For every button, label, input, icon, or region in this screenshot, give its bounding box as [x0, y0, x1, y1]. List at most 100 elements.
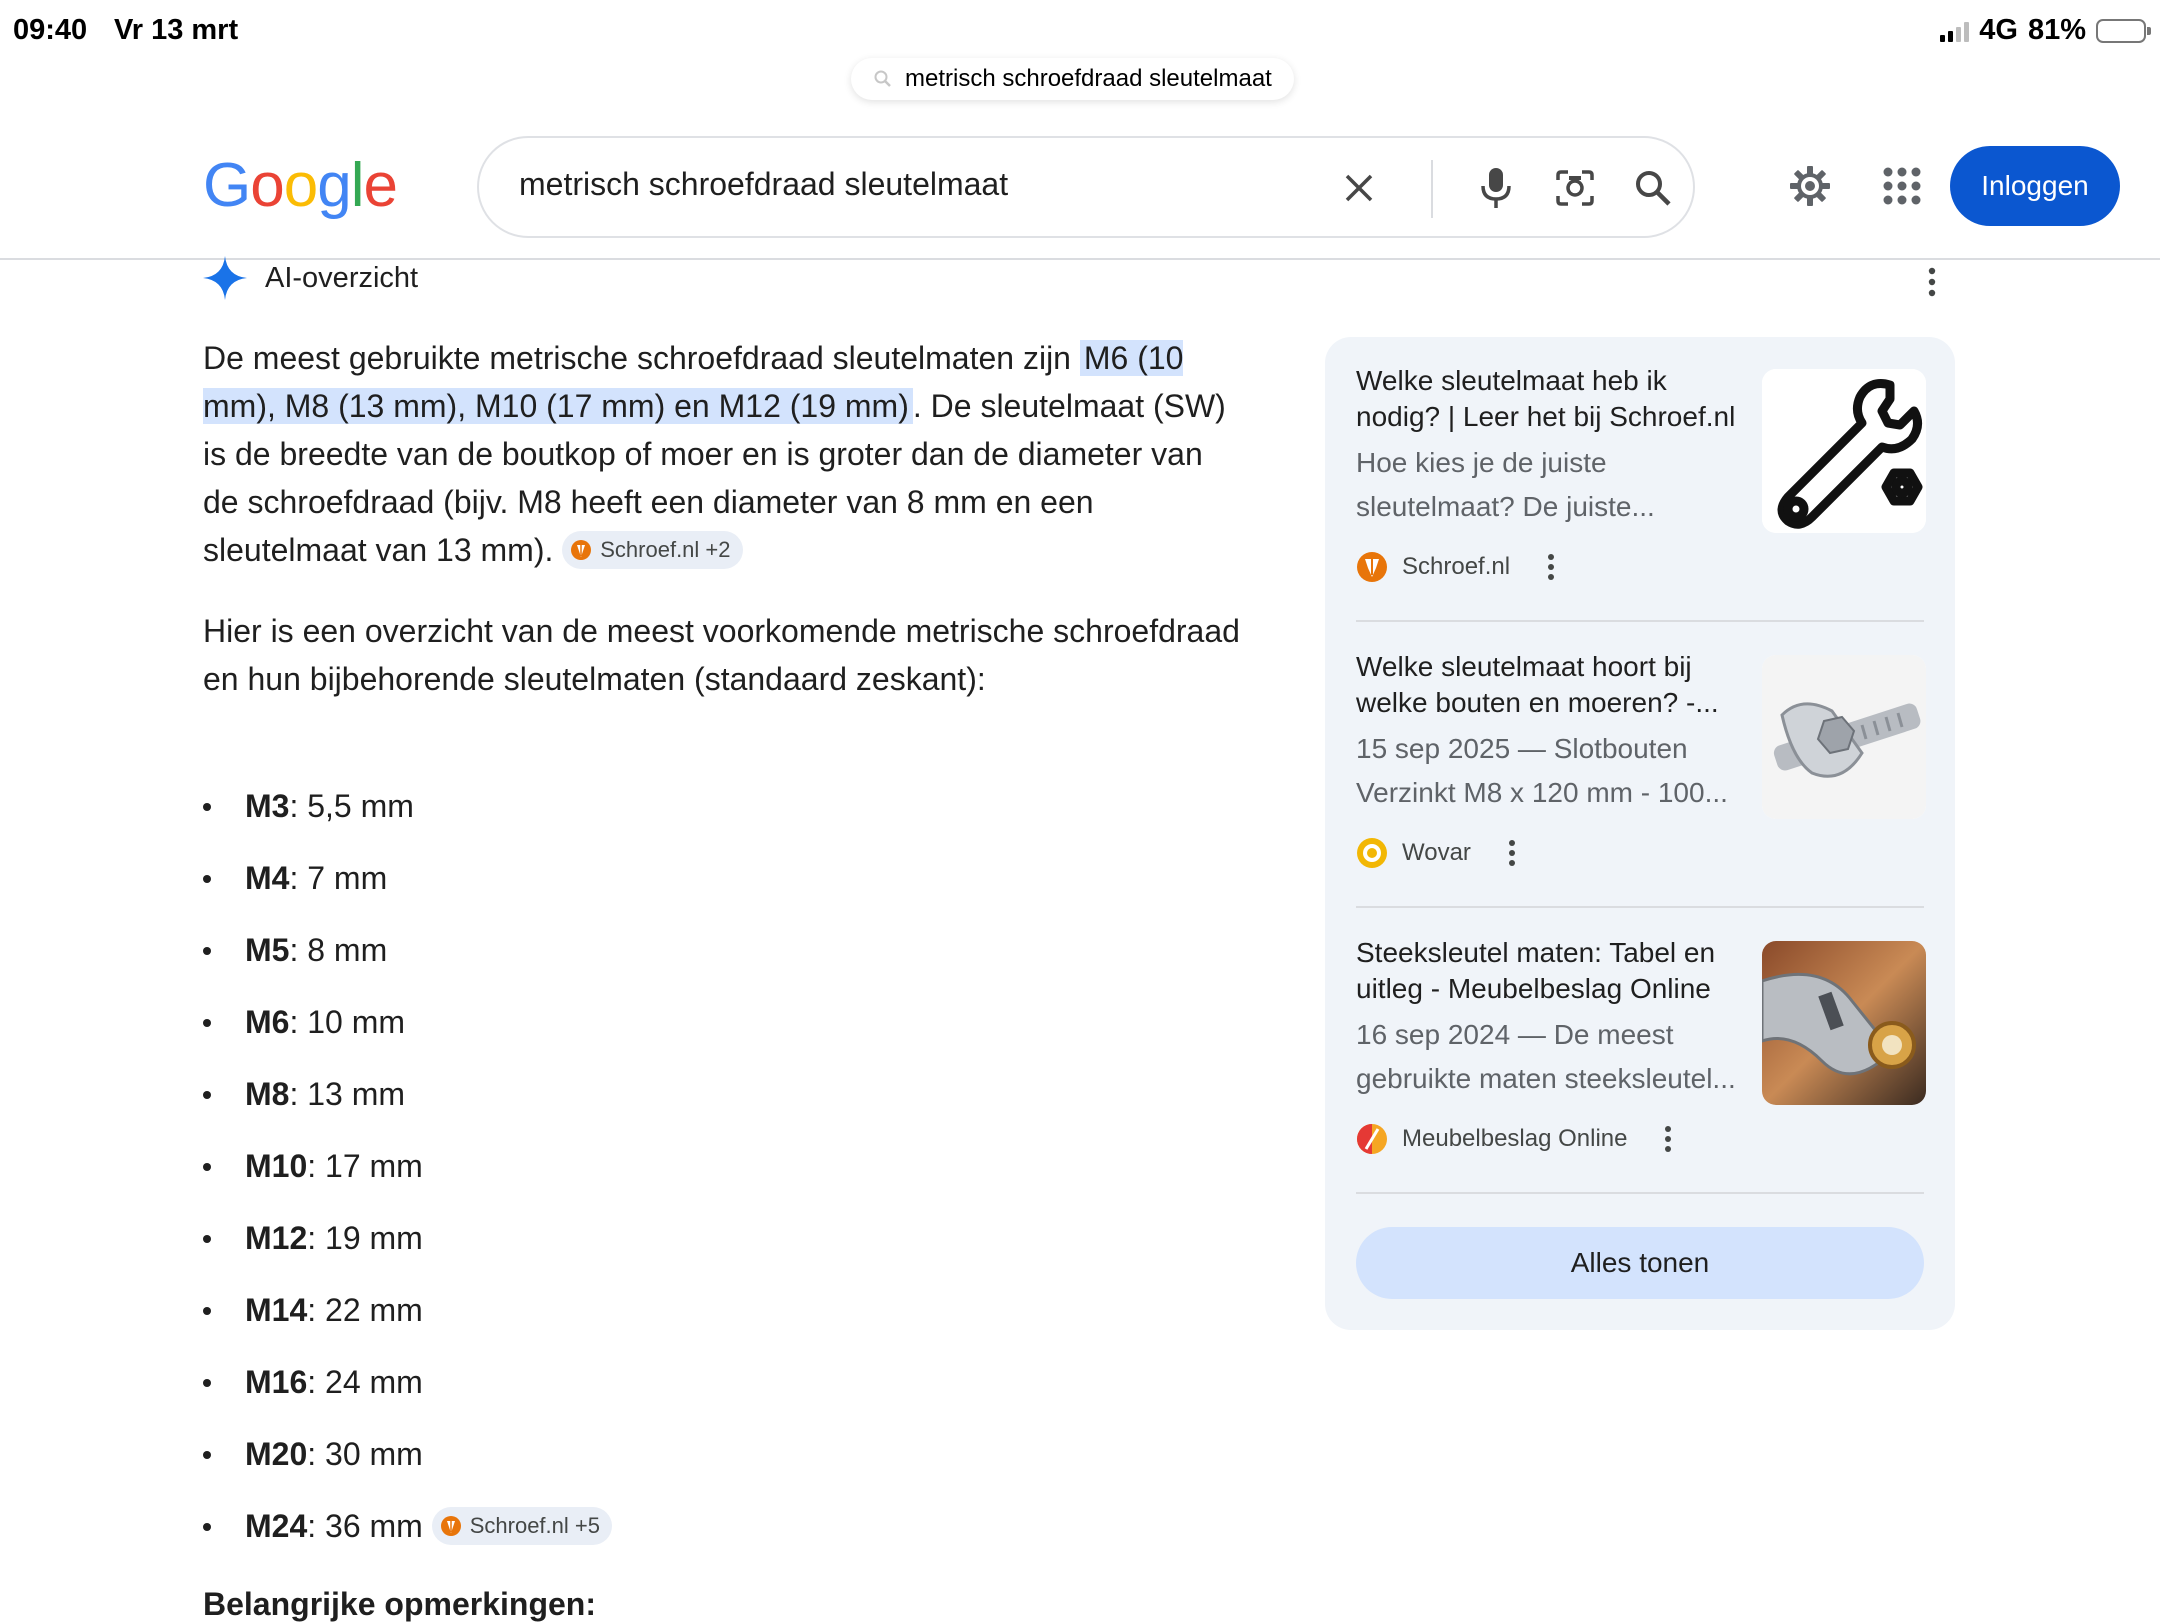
- list-item: M10: 17 mm: [203, 1142, 612, 1214]
- wrench-size: : 24 mm: [307, 1364, 423, 1400]
- thread-size: M6: [245, 1004, 290, 1040]
- list-item: M20: 30 mm: [203, 1430, 612, 1502]
- clear-button[interactable]: [1335, 164, 1383, 212]
- address-text: metrisch schroefdraad sleutelmaat: [905, 65, 1272, 92]
- more-options-icon[interactable]: [1661, 1125, 1675, 1153]
- more-options-icon[interactable]: [1505, 839, 1519, 867]
- signal-icon: [1940, 20, 1970, 42]
- source-chip-label: Schroef.nl +5: [469, 1512, 600, 1538]
- search-icon: [1636, 171, 1671, 206]
- source-card[interactable]: Welke sleutelmaat hoort bij welke bouten…: [1356, 623, 1926, 893]
- meubelbeslag-favicon-icon: [1357, 1124, 1387, 1154]
- thread-size: M5: [245, 932, 290, 968]
- thread-size: M10: [245, 1148, 308, 1184]
- source-snippet: 15 sep 2025 — Slotbouten Verzinkt M8 x 1…: [1356, 733, 1728, 808]
- source-title[interactable]: Steeksleutel maten: Tabel en uitleg - Me…: [1356, 935, 1746, 1007]
- ai-intro-paragraph: De meest gebruikte metrische schroefdraa…: [203, 334, 1243, 574]
- source-site-name: Meubelbeslag Online: [1402, 1125, 1628, 1152]
- list-item: M14: 22 mm: [203, 1286, 612, 1358]
- microphone-icon: [1481, 168, 1511, 208]
- ai-overview-title: AI-overzicht: [265, 261, 419, 294]
- apps-grid-icon: [1883, 167, 1921, 205]
- google-logo[interactable]: Google: [203, 150, 398, 221]
- close-icon: [1345, 174, 1373, 202]
- list-item: M5: 8 mm: [203, 926, 612, 998]
- wrench-size: : 5,5 mm: [289, 788, 414, 824]
- camera-lens-icon: [1556, 170, 1594, 206]
- sources-panel: Welke sleutelmaat heb ik nodig? | Leer h…: [1325, 337, 1955, 1330]
- divider: [1356, 620, 1924, 622]
- schroef-favicon-icon: [571, 539, 592, 560]
- source-card[interactable]: Welke sleutelmaat heb ik nodig? | Leer h…: [1356, 337, 1926, 607]
- intro-text-before: De meest gebruikte metrische schroefdraa…: [203, 340, 1080, 376]
- wrench-size: : 30 mm: [307, 1436, 423, 1472]
- thread-size: M4: [245, 860, 290, 896]
- list-item: M6: 10 mm: [203, 998, 612, 1070]
- battery-label: 81%: [2027, 14, 2086, 46]
- thread-size: M3: [245, 788, 290, 824]
- source-site[interactable]: Meubelbeslag Online: [1356, 1123, 1675, 1155]
- divider: [1356, 1192, 1924, 1194]
- login-button[interactable]: Inloggen: [1950, 146, 2120, 226]
- ai-second-paragraph: Hier is een overzicht van de meest voork…: [203, 613, 1240, 697]
- address-bar[interactable]: metrisch schroefdraad sleutelmaat: [851, 58, 1294, 100]
- status-indicators: 4G 81%: [1940, 14, 2151, 47]
- wrench-size: : 7 mm: [289, 860, 388, 896]
- list-item: M3: 5,5 mm: [203, 782, 612, 854]
- search-input[interactable]: metrisch schroefdraad sleutelmaat: [519, 166, 1008, 203]
- source-thumbnail[interactable]: [1762, 369, 1926, 533]
- source-site-name: Schroef.nl: [1402, 553, 1511, 580]
- source-thumbnail[interactable]: [1762, 941, 1926, 1105]
- schroef-favicon-icon: [1357, 552, 1387, 582]
- search-page-icon: [874, 70, 891, 87]
- search-box[interactable]: metrisch schroefdraad sleutelmaat: [477, 136, 1695, 238]
- spec-list: M3: 5,5 mm M4: 7 mm M5: 8 mm M6: 10 mm M…: [203, 782, 612, 1574]
- adjustable-wrench-photo: [1762, 655, 1926, 819]
- status-bar: 09:40 Vr 13 mrt 4G 81%: [0, 0, 2160, 66]
- source-title[interactable]: Welke sleutelmaat heb ik nodig? | Leer h…: [1356, 363, 1746, 435]
- source-snippet: 16 sep 2024 — De meest gebruikte maten s…: [1356, 1019, 1736, 1094]
- list-item: M4: 7 mm: [203, 854, 612, 926]
- source-site-name: Wovar: [1402, 839, 1471, 866]
- more-options-icon[interactable]: [1544, 553, 1558, 581]
- source-site[interactable]: Wovar: [1356, 837, 1519, 869]
- battery-icon: [2096, 18, 2151, 43]
- source-title[interactable]: Welke sleutelmaat hoort bij welke bouten…: [1356, 649, 1746, 721]
- wrench-size: : 13 mm: [289, 1076, 406, 1112]
- source-site[interactable]: Schroef.nl: [1356, 551, 1558, 583]
- list-item: M16: 24 mm: [203, 1358, 612, 1430]
- wovar-favicon-icon: [1357, 838, 1387, 868]
- notes-heading: Belangrijke opmerkingen:: [203, 1586, 596, 1622]
- thread-size: M16: [245, 1364, 308, 1400]
- search-button[interactable]: [1629, 164, 1677, 212]
- network-label: 4G: [1979, 14, 2018, 46]
- source-chip[interactable]: Schroef.nl +5: [431, 1506, 612, 1545]
- thread-size: M12: [245, 1220, 308, 1256]
- settings-button[interactable]: [1782, 158, 1838, 214]
- source-chip[interactable]: Schroef.nl +2: [562, 530, 743, 569]
- source-thumbnail[interactable]: [1762, 655, 1926, 819]
- search-header: Google metrisch schroefdraad sleutelmaat: [0, 118, 2160, 260]
- wrench-size: : 10 mm: [289, 1004, 406, 1040]
- ai-overview-header: AI-overzicht: [203, 256, 418, 300]
- sparkle-icon: [203, 256, 247, 300]
- more-options-icon[interactable]: [1922, 266, 1942, 298]
- list-item: M8: 13 mm: [203, 1070, 612, 1142]
- image-search-button[interactable]: [1551, 164, 1599, 212]
- apps-button[interactable]: [1874, 158, 1930, 214]
- list-item: M24: 36 mm Schroef.nl +5: [203, 1502, 612, 1574]
- list-item: M12: 19 mm: [203, 1214, 612, 1286]
- thread-size: M8: [245, 1076, 290, 1112]
- status-time: 09:40: [13, 14, 88, 46]
- wrench-size: : 36 mm: [307, 1508, 423, 1544]
- voice-search-button[interactable]: [1472, 164, 1520, 212]
- wrench-photo: [1762, 941, 1926, 1105]
- gear-icon: [1790, 166, 1830, 206]
- source-chip-label: Schroef.nl +2: [600, 536, 731, 562]
- show-all-button[interactable]: Alles tonen: [1356, 1227, 1924, 1299]
- wrench-size: : 22 mm: [307, 1292, 423, 1328]
- divider: [1356, 906, 1924, 908]
- wrench-icon: [1762, 369, 1926, 533]
- source-card[interactable]: Steeksleutel maten: Tabel en uitleg - Me…: [1356, 909, 1926, 1179]
- schroef-favicon-icon: [440, 1515, 461, 1536]
